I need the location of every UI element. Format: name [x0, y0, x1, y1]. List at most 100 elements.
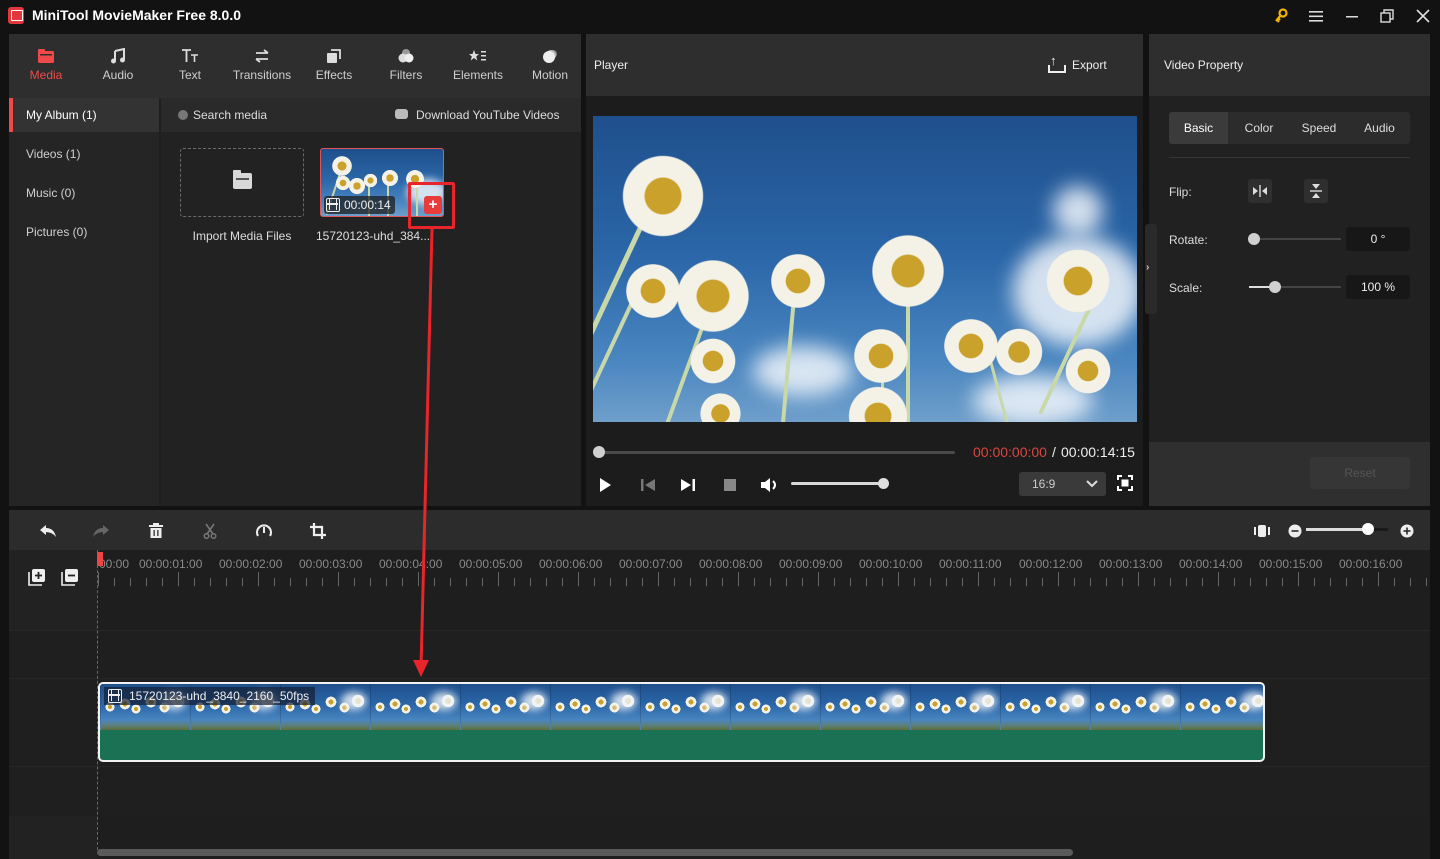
- ruler-label: 00:00:09:00: [779, 557, 843, 571]
- ruler-tick: [1025, 578, 1027, 586]
- ruler-tick: [1265, 578, 1267, 586]
- search-input[interactable]: Search media: [193, 108, 267, 122]
- media-item-thumbnail[interactable]: 00:00:14 +: [320, 148, 444, 217]
- timeline-video-clip[interactable]: 15720123-uhd_3840_2160_50fps: [98, 682, 1265, 762]
- tab-media[interactable]: Media: [10, 34, 82, 98]
- album-list: My Album (1) Videos (1) Music (0) Pictur…: [9, 98, 159, 506]
- ruler-tick: [1009, 578, 1011, 586]
- split-button[interactable]: [199, 520, 221, 542]
- tab-text[interactable]: Text: [154, 34, 226, 98]
- zoom-in-button[interactable]: [1396, 520, 1418, 542]
- tab-transitions[interactable]: Transitions: [226, 34, 298, 98]
- zoom-out-button[interactable]: [1284, 520, 1306, 542]
- media-panel: Media Audio Text Transitions Effects Fil…: [9, 34, 581, 506]
- divider: [1169, 157, 1410, 158]
- ruler-tick: [897, 572, 899, 586]
- ruler-tick: [465, 578, 467, 586]
- ruler-tick: [657, 572, 659, 586]
- download-youtube-button[interactable]: Download YouTube Videos: [416, 108, 559, 122]
- effects-icon: [324, 46, 344, 66]
- minimize-icon[interactable]: [1338, 4, 1366, 28]
- volume-slider-handle[interactable]: [878, 478, 889, 489]
- scale-slider[interactable]: [1249, 286, 1341, 288]
- scale-slider-handle[interactable]: [1268, 281, 1281, 293]
- ruler-tick: [913, 578, 915, 586]
- album-item-videos[interactable]: Videos (1): [9, 137, 159, 171]
- reset-button[interactable]: Reset: [1310, 457, 1410, 489]
- album-item-my-album[interactable]: My Album (1): [9, 98, 159, 132]
- rotate-slider[interactable]: [1249, 238, 1341, 240]
- tab-filters[interactable]: Filters: [370, 34, 442, 98]
- timeline-zoom-slider[interactable]: [1306, 528, 1388, 531]
- redo-button[interactable]: [90, 520, 112, 542]
- ruler-label: 00:00: [99, 557, 130, 571]
- scale-value-input[interactable]: 100 %: [1346, 275, 1410, 299]
- ruler-tick: [689, 578, 691, 586]
- ruler-label: 00:00:06:00: [539, 557, 603, 571]
- flip-horizontal-button[interactable]: [1248, 179, 1272, 203]
- playback-progress-handle[interactable]: [593, 446, 605, 458]
- ruler-tick: [641, 578, 643, 586]
- ruler-tick: [769, 578, 771, 586]
- folder-icon: [233, 170, 252, 189]
- tab-basic[interactable]: Basic: [1169, 112, 1228, 144]
- clip-frame: [910, 684, 1000, 730]
- import-media-button[interactable]: [180, 148, 304, 217]
- flip-vertical-button[interactable]: [1304, 179, 1328, 203]
- add-track-button[interactable]: [28, 568, 46, 586]
- menu-icon[interactable]: [1302, 4, 1330, 28]
- delete-button[interactable]: [145, 520, 167, 542]
- fullscreen-button[interactable]: [1117, 475, 1133, 491]
- collapse-panel-handle[interactable]: ›: [1145, 224, 1157, 314]
- playhead-handle[interactable]: [97, 552, 103, 566]
- speed-button[interactable]: [253, 520, 275, 542]
- timeline-zoom-handle[interactable]: [1361, 523, 1374, 535]
- rotate-value-input[interactable]: 0 °: [1346, 227, 1410, 251]
- aspect-ratio-select[interactable]: 16:9: [1019, 472, 1106, 496]
- key-icon[interactable]: [1267, 4, 1295, 28]
- previous-frame-button[interactable]: [637, 475, 659, 495]
- undo-button[interactable]: [37, 520, 59, 542]
- rotate-slider-handle[interactable]: [1248, 233, 1260, 245]
- timeline-horizontal-scrollbar[interactable]: [97, 849, 1073, 856]
- fit-timeline-button[interactable]: [1251, 520, 1273, 542]
- ruler-tick: [1105, 578, 1107, 586]
- player-title: Player: [594, 58, 629, 72]
- ruler-tick: [1377, 572, 1379, 586]
- tab-effects[interactable]: Effects: [298, 34, 370, 98]
- maximize-icon[interactable]: [1373, 4, 1401, 28]
- add-to-timeline-button[interactable]: +: [424, 196, 442, 214]
- tab-audio[interactable]: Audio: [82, 34, 154, 98]
- volume-icon: [761, 478, 776, 492]
- play-button[interactable]: [594, 475, 616, 495]
- volume-button[interactable]: [759, 475, 781, 495]
- volume-slider[interactable]: [791, 482, 884, 485]
- motion-icon: [540, 46, 560, 66]
- tab-audio-property[interactable]: Audio: [1349, 112, 1410, 144]
- crop-button[interactable]: [307, 520, 329, 542]
- ruler-tick: [1153, 578, 1155, 586]
- app-logo-icon: [8, 7, 24, 24]
- tab-elements[interactable]: Elements: [442, 34, 514, 98]
- remove-track-button[interactable]: [61, 568, 79, 586]
- clip-frame: [1180, 684, 1263, 730]
- tab-motion[interactable]: Motion: [514, 34, 586, 98]
- ruler-tick: [1313, 578, 1315, 586]
- ruler-tick: [273, 578, 275, 586]
- export-button[interactable]: Export: [1048, 53, 1107, 76]
- stop-button[interactable]: [719, 475, 741, 495]
- next-frame-button[interactable]: [677, 475, 699, 495]
- close-icon[interactable]: [1409, 4, 1437, 28]
- ruler-tick: [1073, 578, 1075, 586]
- album-item-pictures[interactable]: Pictures (0): [9, 215, 159, 249]
- album-item-music[interactable]: Music (0): [9, 176, 159, 210]
- ruler-tick: [401, 578, 403, 586]
- ruler-tick: [833, 578, 835, 586]
- tab-color[interactable]: Color: [1229, 112, 1289, 144]
- video-preview: [593, 116, 1137, 422]
- tab-speed[interactable]: Speed: [1289, 112, 1349, 144]
- undo-icon: [40, 525, 56, 537]
- text-icon: [180, 46, 200, 66]
- playback-progress-bar[interactable]: [599, 451, 955, 454]
- timeline-ruler[interactable]: 00:00 00:00:01:00 00:00:02:00 00:00:03:00 00…: [97, 550, 1430, 594]
